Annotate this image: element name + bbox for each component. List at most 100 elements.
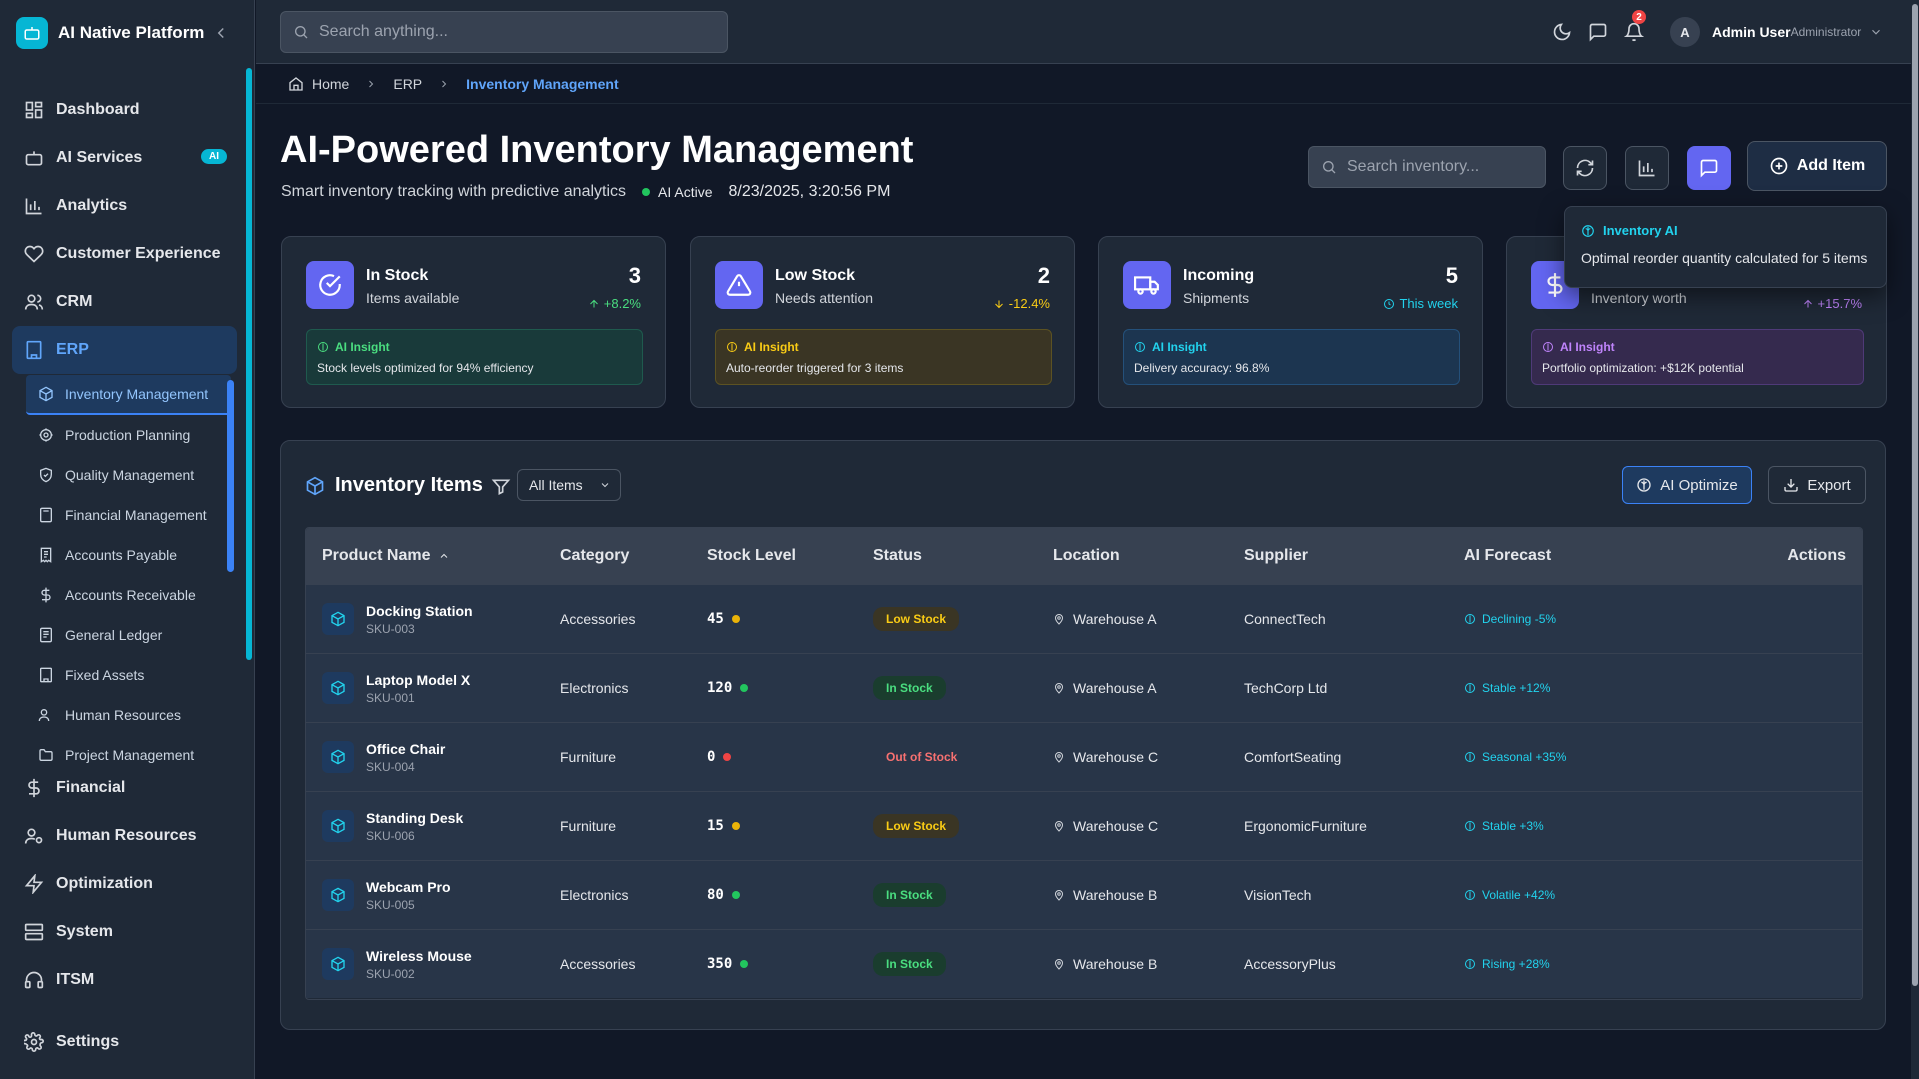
inventory-search-input[interactable]: [1347, 158, 1537, 176]
brain-icon: [1465, 890, 1475, 900]
stock-cell: 15: [707, 818, 873, 834]
sub-item-accounts-receivable[interactable]: Accounts Receivable: [26, 575, 231, 615]
export-button[interactable]: Export: [1768, 466, 1866, 504]
column-header-status[interactable]: Status: [873, 547, 1053, 565]
nav-item-dashboard[interactable]: Dashboard: [12, 86, 237, 134]
column-header-supplier[interactable]: Supplier: [1244, 547, 1464, 565]
card-subtitle: Shipments: [1183, 290, 1250, 306]
product-name: Wireless Mouse: [366, 947, 472, 964]
nav-label: CRM: [56, 293, 93, 310]
nav-item-system[interactable]: System: [12, 908, 237, 956]
moon-icon[interactable]: [1552, 22, 1572, 42]
location-cell: Warehouse B: [1053, 887, 1244, 903]
column-header-stock[interactable]: Stock Level: [707, 547, 873, 565]
product-sku: SKU-006: [366, 828, 415, 843]
nav-item-optimization[interactable]: Optimization: [12, 860, 237, 908]
analytics-button[interactable]: [1625, 146, 1669, 190]
table-row[interactable]: Standing Desk SKU-006 Furniture 15 Low S…: [306, 791, 1862, 860]
status-cell: Low Stock: [873, 814, 1053, 838]
brain-icon: [1465, 959, 1475, 969]
stock-level-dot: [723, 753, 732, 761]
refresh-button[interactable]: [1563, 146, 1607, 190]
server-icon: [24, 923, 44, 941]
page-subtitle: Smart inventory tracking with predictive…: [281, 183, 627, 200]
global-search-input[interactable]: [319, 23, 699, 41]
stock-value: 120: [707, 680, 733, 696]
user-menu[interactable]: A Admin User Administrator: [1670, 17, 1883, 47]
sub-item-inventory-management[interactable]: Inventory Management: [26, 375, 231, 415]
brain-icon: [1465, 683, 1475, 693]
sub-item-project-management[interactable]: Project Management: [26, 735, 231, 764]
filter-select[interactable]: All Items: [517, 469, 621, 501]
table-row[interactable]: Office Chair SKU-004 Furniture 0 Out of …: [306, 722, 1862, 791]
global-search[interactable]: [280, 11, 728, 53]
ai-status: AI Active: [658, 184, 713, 200]
kpi-card-in-stock: In Stock Items available 3 +8.2% AI Insi…: [281, 236, 666, 408]
table-row[interactable]: Docking Station SKU-003 Accessories 45 L…: [306, 584, 1862, 653]
bot-icon: [16, 17, 48, 49]
ai-chat-button[interactable]: [1687, 146, 1731, 190]
submenu-scrollbar[interactable]: [227, 380, 234, 572]
sub-item-general-ledger[interactable]: General Ledger: [26, 615, 231, 655]
ai-insight: AI Insight Delivery accuracy: 96.8%: [1123, 329, 1460, 385]
sub-item-financial-management[interactable]: Financial Management: [26, 495, 231, 535]
card-subtitle: Needs attention: [775, 290, 874, 306]
sub-item-human-resources[interactable]: Human Resources: [26, 695, 231, 735]
chevron-left-icon[interactable]: [212, 24, 230, 42]
topbar: 2 A Admin User Administrator: [256, 0, 1919, 64]
nav-label: Optimization: [56, 875, 153, 892]
nav-item-customer-experience[interactable]: Customer Experience: [12, 230, 237, 278]
nav-item-analytics[interactable]: Analytics: [12, 182, 237, 230]
card-value: 5: [1445, 263, 1458, 288]
inventory-search[interactable]: [1308, 146, 1546, 188]
nav-item-financial[interactable]: Financial: [12, 764, 237, 812]
product-sku: SKU-002: [366, 966, 415, 981]
brand[interactable]: AI Native Platform: [16, 16, 204, 50]
alert-triangle-icon: [715, 261, 763, 309]
add-item-button[interactable]: Add Item: [1747, 141, 1887, 191]
sub-item-quality-management[interactable]: Quality Management: [26, 455, 231, 495]
chevron-down-icon: [1872, 29, 1881, 35]
category-cell: Accessories: [560, 611, 636, 627]
filter-icon[interactable]: [491, 477, 511, 497]
nav-item-ai-services[interactable]: AI Services AI: [12, 134, 237, 182]
stock-level-dot: [731, 891, 740, 899]
bell-icon[interactable]: [1624, 22, 1644, 42]
forecast-cell: Seasonal +35%: [1464, 750, 1774, 764]
table-row[interactable]: Laptop Model X SKU-001 Electronics 120 I…: [306, 653, 1862, 722]
nav-item-crm[interactable]: CRM: [12, 278, 237, 326]
building-icon: [26, 340, 42, 360]
page-scrollbar-thumb[interactable]: [1912, 4, 1918, 986]
column-header-category[interactable]: Category: [560, 547, 707, 565]
sub-item-production-planning[interactable]: Production Planning: [26, 415, 231, 455]
heart-icon: [24, 245, 44, 263]
stock-value: 80: [707, 887, 724, 903]
nav-item-human-resources[interactable]: Human Resources: [12, 812, 237, 860]
ai-optimize-button[interactable]: AI Optimize: [1622, 466, 1752, 504]
breadcrumb-erp[interactable]: ERP: [393, 76, 422, 92]
brain-icon: [318, 342, 328, 352]
column-header-forecast[interactable]: AI Forecast: [1464, 547, 1774, 565]
product-name: Docking Station: [366, 602, 473, 619]
sub-item-accounts-payable[interactable]: Accounts Payable: [26, 535, 231, 575]
column-header-location[interactable]: Location: [1053, 547, 1244, 565]
message-icon[interactable]: [1588, 22, 1608, 42]
column-header-product[interactable]: Product Name: [306, 547, 560, 565]
sub-item-fixed-assets[interactable]: Fixed Assets: [26, 655, 231, 695]
timestamp: 8/23/2025, 3:20:56 PM: [728, 183, 891, 200]
nav-item-itsm[interactable]: ITSM: [12, 956, 237, 1004]
category-cell: Furniture: [560, 818, 617, 834]
nav-item-settings[interactable]: Settings: [12, 1018, 237, 1066]
sidebar-scrollbar[interactable]: [246, 68, 252, 660]
nav-item-erp[interactable]: ERP: [12, 326, 237, 374]
category-cell: Electronics: [560, 887, 629, 903]
breadcrumb-home[interactable]: Home: [288, 76, 349, 92]
table-row[interactable]: Wireless Mouse SKU-002 Accessories 350 I…: [306, 929, 1862, 998]
location-cell: Warehouse A: [1053, 680, 1244, 696]
nav-label: System: [56, 923, 113, 940]
package-icon: [322, 879, 354, 911]
map-pin-icon: [1054, 614, 1064, 625]
table-row[interactable]: Webcam Pro SKU-005 Electronics 80 In Sto…: [306, 860, 1862, 929]
product-cell: Wireless Mouse SKU-002: [306, 948, 560, 981]
card-title: Low Stock: [775, 267, 856, 284]
